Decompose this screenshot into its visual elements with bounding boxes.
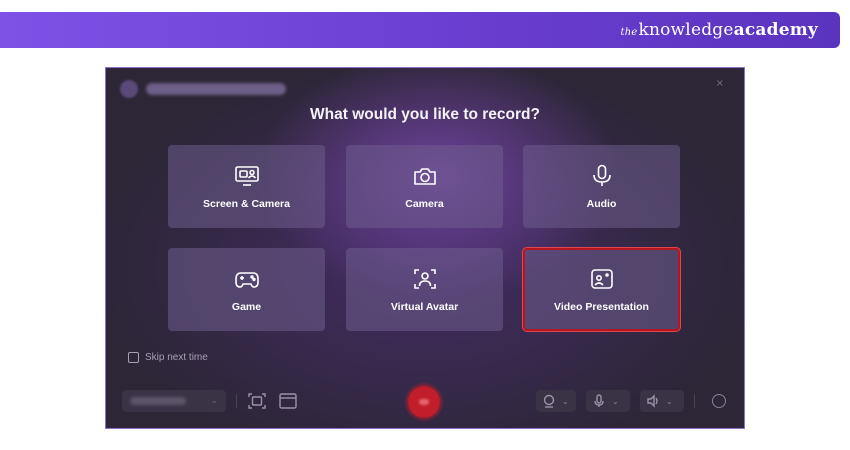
speaker-icon xyxy=(647,394,658,408)
divider xyxy=(694,394,695,408)
app-icon xyxy=(120,80,138,98)
microphone-selector[interactable]: ⌄ xyxy=(586,390,630,412)
microphone-icon xyxy=(592,164,611,186)
presentation-icon xyxy=(590,268,613,289)
brand-word-academy: academy xyxy=(733,20,818,40)
record-icon xyxy=(419,399,429,405)
option-virtual-avatar[interactable]: Virtual Avatar xyxy=(346,248,503,331)
camera-icon xyxy=(413,167,436,185)
divider xyxy=(236,394,237,408)
option-label: Camera xyxy=(405,197,444,210)
recorder-window: × What would you like to record? Screen … xyxy=(105,67,745,429)
mode-dropdown[interactable]: ⌄ xyxy=(122,390,226,412)
gamepad-icon xyxy=(234,271,259,288)
option-camera[interactable]: Camera xyxy=(346,145,503,228)
option-game[interactable]: Game xyxy=(168,248,325,331)
chevron-down-icon: ⌄ xyxy=(666,396,673,406)
title-bar xyxy=(120,76,286,102)
option-screen-camera[interactable]: Screen & Camera xyxy=(168,145,325,228)
chevron-down-icon: ⌄ xyxy=(612,396,619,406)
avatar-icon xyxy=(413,268,436,289)
option-label: Virtual Avatar xyxy=(390,300,459,313)
webcam-selector[interactable]: ⌄ xyxy=(536,390,576,412)
skip-label: Skip next time xyxy=(145,352,208,363)
header-banner: theknowledgeacademy xyxy=(0,12,840,48)
app-title-blurred xyxy=(146,83,286,95)
bottom-toolbar: ⌄ ⌄ ⌄ ⌄ xyxy=(106,386,744,426)
microphone-icon xyxy=(594,394,604,407)
chevron-down-icon: ⌄ xyxy=(562,396,569,406)
screen-camera-icon xyxy=(234,165,259,186)
option-video-presentation[interactable]: Video Presentation xyxy=(522,247,681,332)
skip-next-time-checkbox[interactable]: Skip next time xyxy=(128,352,208,363)
page-title: What would you like to record? xyxy=(310,106,540,123)
option-audio[interactable]: Audio xyxy=(523,145,680,228)
dropdown-value-blurred xyxy=(130,397,186,405)
record-button[interactable] xyxy=(408,386,440,418)
brand-logo: theknowledgeacademy xyxy=(620,20,818,40)
option-label: Screen & Camera xyxy=(203,197,290,210)
chevron-down-icon: ⌄ xyxy=(210,396,218,406)
webcam-icon xyxy=(543,394,555,408)
window-capture-icon[interactable] xyxy=(278,392,298,410)
option-label: Audio xyxy=(586,197,617,210)
close-button[interactable]: × xyxy=(716,78,724,89)
brand-word-knowledge: knowledge xyxy=(638,20,734,40)
settings-icon[interactable] xyxy=(712,394,726,408)
checkbox-icon[interactable] xyxy=(128,352,139,363)
brand-prefix: the xyxy=(620,27,638,38)
option-label: Game xyxy=(231,300,262,313)
region-capture-icon[interactable] xyxy=(247,392,267,410)
speaker-selector[interactable]: ⌄ xyxy=(640,390,684,412)
option-label: Video Presentation xyxy=(554,300,649,313)
